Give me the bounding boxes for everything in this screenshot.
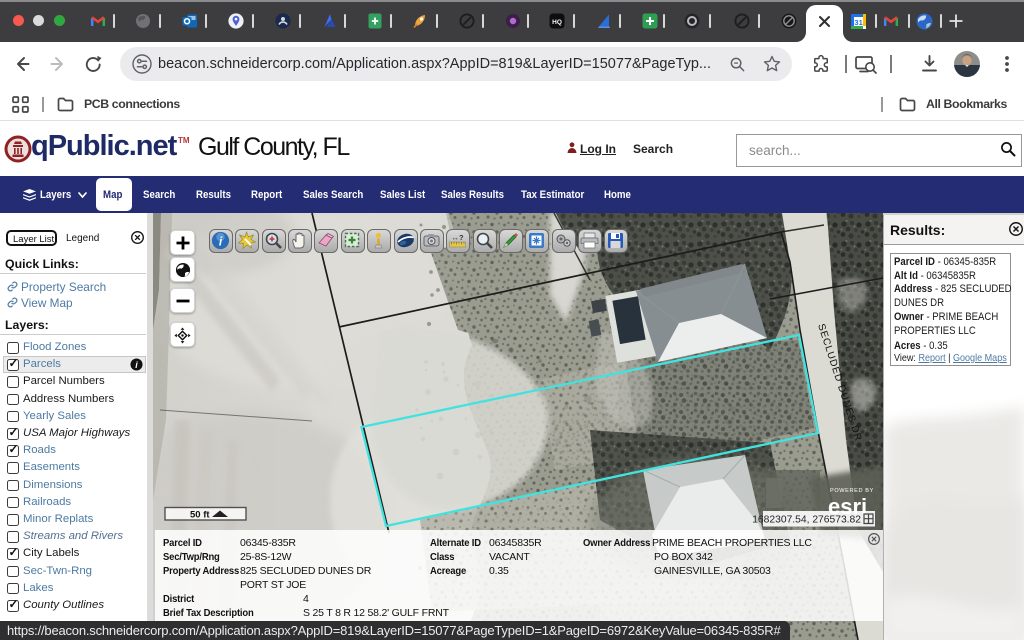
svg-text:HQ: HQ (552, 19, 562, 26)
svg-text:1682307.54, 276573.82: 1682307.54, 276573.82 (752, 515, 861, 526)
svg-text:↔?: ↔? (452, 233, 465, 242)
svg-text:50 ft: 50 ft (190, 510, 210, 521)
svg-text:31: 31 (854, 18, 862, 27)
